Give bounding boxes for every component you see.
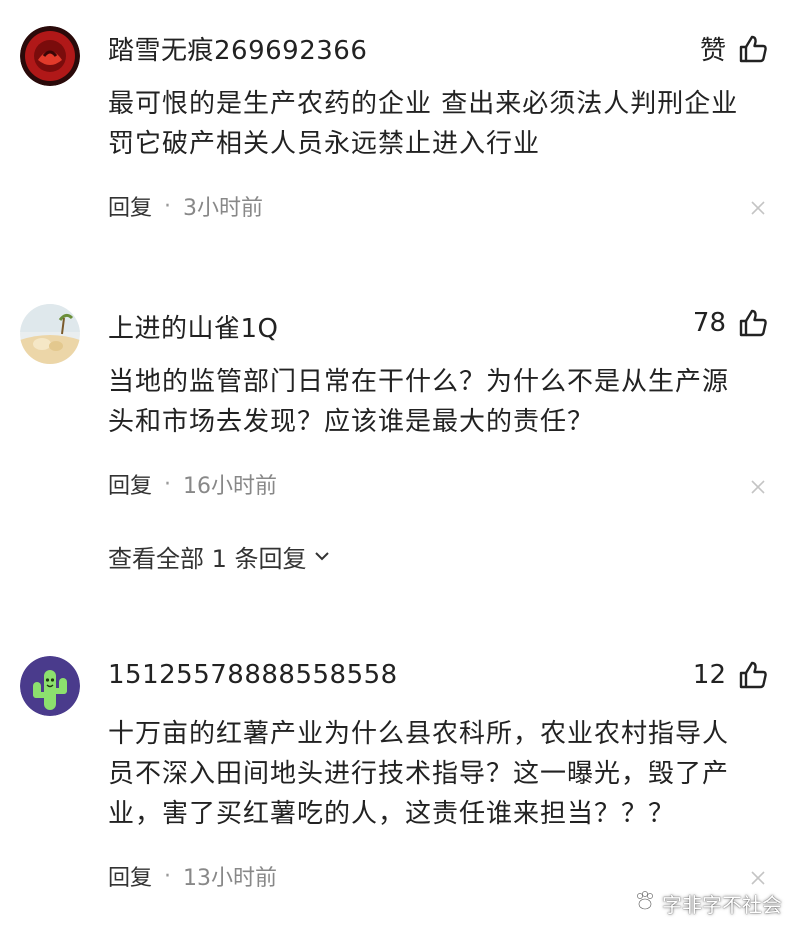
like-count: 12 — [692, 660, 726, 690]
like-button[interactable]: 12 — [693, 660, 768, 690]
like-button[interactable]: 赞 — [700, 30, 768, 67]
separator: · — [164, 863, 172, 889]
timestamp: 16小时前 — [183, 474, 278, 499]
like-button[interactable]: 78 — [693, 308, 768, 338]
close-icon[interactable] — [750, 479, 766, 495]
username[interactable]: 踏雪无痕269692366 — [108, 30, 367, 67]
comment-text: 当地的监管部门日常在干什么？为什么不是从生产源 头和市场去发现？应该谁是最大的责… — [108, 367, 730, 437]
watermark-text: 字非字不社会 — [662, 893, 782, 917]
close-icon[interactable] — [750, 200, 766, 216]
username[interactable]: 15125578888558558 — [108, 660, 398, 690]
comment-text: 最可恨的是生产农药的企业 查出来必须法人判刑企业 罚它破产相关人员永远禁止进入行… — [108, 89, 739, 159]
thumbs-up-icon — [738, 34, 768, 64]
thumbs-up-icon — [738, 308, 768, 338]
comment-meta: 回复 · 13小时前 — [108, 860, 277, 892]
avatar[interactable] — [20, 26, 80, 86]
view-all-replies-label: 查看全部 1 条回复 — [108, 545, 307, 573]
comment-text: 十万亩的红薯产业为什么县农科所，农业农村指导人 员不深入田间地头进行技术指导？这… — [108, 719, 730, 829]
reply-button[interactable]: 回复 — [108, 860, 152, 892]
avatar[interactable] — [20, 304, 80, 364]
like-count: 赞 — [699, 36, 726, 66]
comment-meta: 回复 · 16小时前 — [108, 468, 277, 500]
watermark: 字非字不社会 — [634, 889, 782, 918]
paw-logo-icon — [634, 890, 656, 917]
close-icon[interactable] — [750, 870, 766, 886]
chevron-down-icon — [313, 543, 331, 571]
comment-meta: 回复 · 3小时前 — [108, 190, 263, 222]
thumbs-up-icon — [738, 660, 768, 690]
reply-button[interactable]: 回复 — [108, 190, 152, 222]
timestamp: 3小时前 — [183, 196, 264, 221]
reply-button[interactable]: 回复 — [108, 468, 152, 500]
avatar[interactable] — [20, 656, 80, 716]
view-all-replies-button[interactable]: 查看全部 1 条回复 — [108, 539, 331, 574]
separator: · — [164, 471, 172, 497]
like-count: 78 — [692, 308, 726, 338]
timestamp: 13小时前 — [183, 866, 278, 891]
separator: · — [164, 193, 172, 219]
username[interactable]: 上进的山雀1Q — [108, 308, 279, 345]
